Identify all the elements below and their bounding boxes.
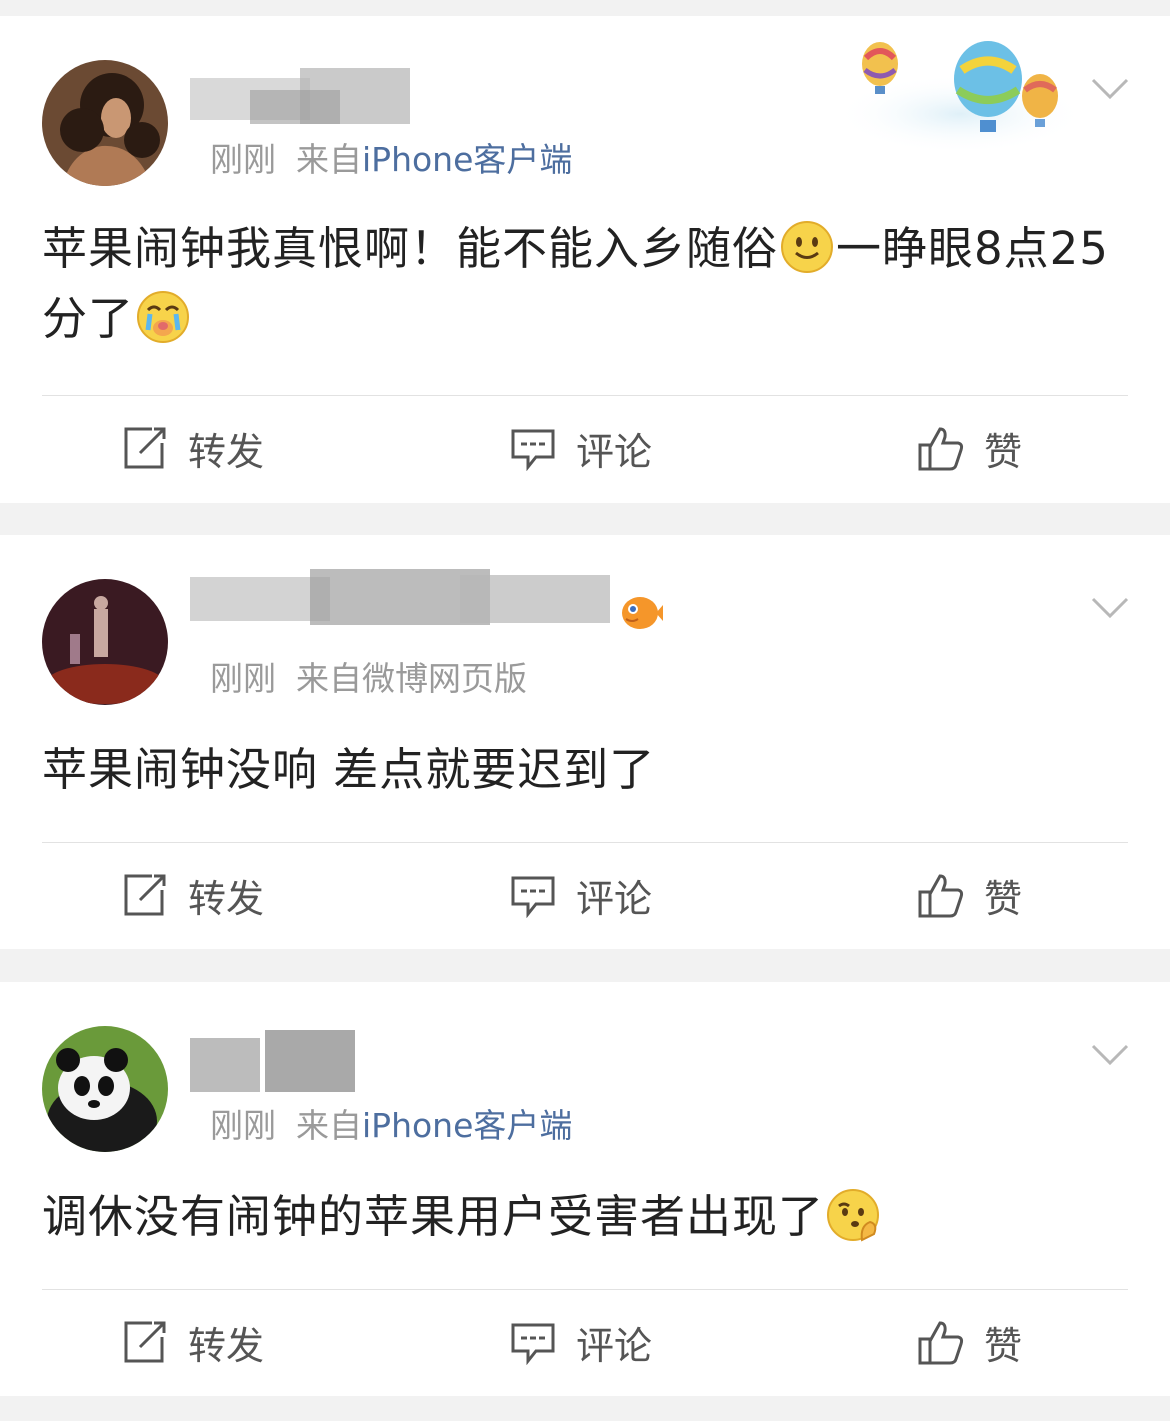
post-card[interactable]: 刚刚 来自iPhone客户端 苹果闹钟我真恨啊！能不能入乡随俗 一睁眼8点25分了 … <box>0 16 1170 503</box>
repost-label: 转发 <box>188 1323 265 1368</box>
post-text-part: 调休没有闹钟的苹果用户受害者出现了 <box>42 1190 825 1243</box>
stage-performance-avatar[interactable] <box>42 579 168 705</box>
repost-label: 转发 <box>188 429 265 474</box>
comment-label: 评论 <box>576 429 653 474</box>
source-prefix: 来自 <box>296 140 362 179</box>
chevron-down-icon[interactable] <box>1090 595 1130 621</box>
comment-icon <box>510 1319 556 1365</box>
crying-emoji-icon <box>136 290 190 344</box>
post-time: 刚刚 <box>210 659 276 698</box>
post-divider <box>42 1289 1128 1290</box>
smile-emoji-icon <box>780 220 834 274</box>
comment-button[interactable]: 评论 <box>510 398 652 498</box>
comment-button[interactable]: 评论 <box>510 845 652 945</box>
repost-label: 转发 <box>188 876 265 921</box>
weibo-feed: 刚刚 来自iPhone客户端 苹果闹钟我真恨啊！能不能入乡随俗 一睁眼8点25分了 … <box>0 0 1170 1421</box>
source-link[interactable]: iPhone客户端 <box>362 1106 572 1145</box>
panda-avatar[interactable] <box>42 1026 168 1152</box>
repost-button[interactable]: 转发 <box>122 845 264 945</box>
like-button[interactable]: 赞 <box>918 845 1022 945</box>
post-card[interactable]: 刚刚 来自iPhone客户端 调休没有闹钟的苹果用户受害者出现了 转发 评论 赞 <box>0 982 1170 1396</box>
post-divider <box>42 842 1128 843</box>
thumbs-up-icon <box>918 425 964 471</box>
source-text: 微博网页版 <box>362 659 527 698</box>
comment-label: 评论 <box>576 876 653 921</box>
post-text[interactable]: 苹果闹钟我真恨啊！能不能入乡随俗 一睁眼8点25分了 <box>42 214 1122 354</box>
like-label: 赞 <box>984 876 1023 921</box>
like-label: 赞 <box>984 1323 1023 1368</box>
comment-icon <box>510 425 556 471</box>
post-text-part: 苹果闹钟我真恨啊！能不能入乡随俗 <box>42 222 779 275</box>
blurred-username[interactable] <box>190 1022 370 1102</box>
post-actions: 转发 评论 赞 <box>0 398 1170 498</box>
post-actions: 转发 评论 赞 <box>0 845 1170 945</box>
comment-icon <box>510 872 556 918</box>
chevron-down-icon[interactable] <box>1090 76 1130 102</box>
repost-icon <box>122 425 168 471</box>
blurred-username[interactable] <box>190 60 420 140</box>
repost-button[interactable]: 转发 <box>122 398 264 498</box>
curly-hair-woman-avatar[interactable] <box>42 60 168 186</box>
post-text[interactable]: 调休没有闹钟的苹果用户受害者出现了 <box>42 1182 1122 1252</box>
repost-icon <box>122 1319 168 1365</box>
repost-button[interactable]: 转发 <box>122 1292 264 1392</box>
post-meta: 刚刚 来自iPhone客户端 <box>210 1104 572 1148</box>
chevron-down-icon[interactable] <box>1090 1042 1130 1068</box>
post-meta: 刚刚 来自微博网页版 <box>210 657 527 701</box>
hot-air-balloons-decoration <box>830 34 1085 154</box>
source-prefix: 来自 <box>296 659 362 698</box>
post-meta: 刚刚 来自iPhone客户端 <box>210 138 572 182</box>
thumbs-up-icon <box>918 1319 964 1365</box>
post-text[interactable]: 苹果闹钟没响 差点就要迟到了 <box>42 735 1122 805</box>
post-card[interactable]: 刚刚 来自微博网页版 苹果闹钟没响 差点就要迟到了 转发 评论 赞 <box>0 535 1170 949</box>
pufferfish-badge-icon <box>618 589 664 635</box>
post-time: 刚刚 <box>210 140 276 179</box>
blurred-username[interactable] <box>190 561 620 641</box>
post-time: 刚刚 <box>210 1106 276 1145</box>
repost-icon <box>122 872 168 918</box>
thinking-emoji-icon <box>826 1188 880 1242</box>
post-actions: 转发 评论 赞 <box>0 1292 1170 1392</box>
source-prefix: 来自 <box>296 1106 362 1145</box>
like-button[interactable]: 赞 <box>918 1292 1022 1392</box>
post-text-part: 苹果闹钟没响 差点就要迟到了 <box>42 743 656 796</box>
thumbs-up-icon <box>918 872 964 918</box>
like-button[interactable]: 赞 <box>918 398 1022 498</box>
like-label: 赞 <box>984 429 1023 474</box>
source-link[interactable]: iPhone客户端 <box>362 140 572 179</box>
comment-label: 评论 <box>576 1323 653 1368</box>
comment-button[interactable]: 评论 <box>510 1292 652 1392</box>
post-divider <box>42 395 1128 396</box>
